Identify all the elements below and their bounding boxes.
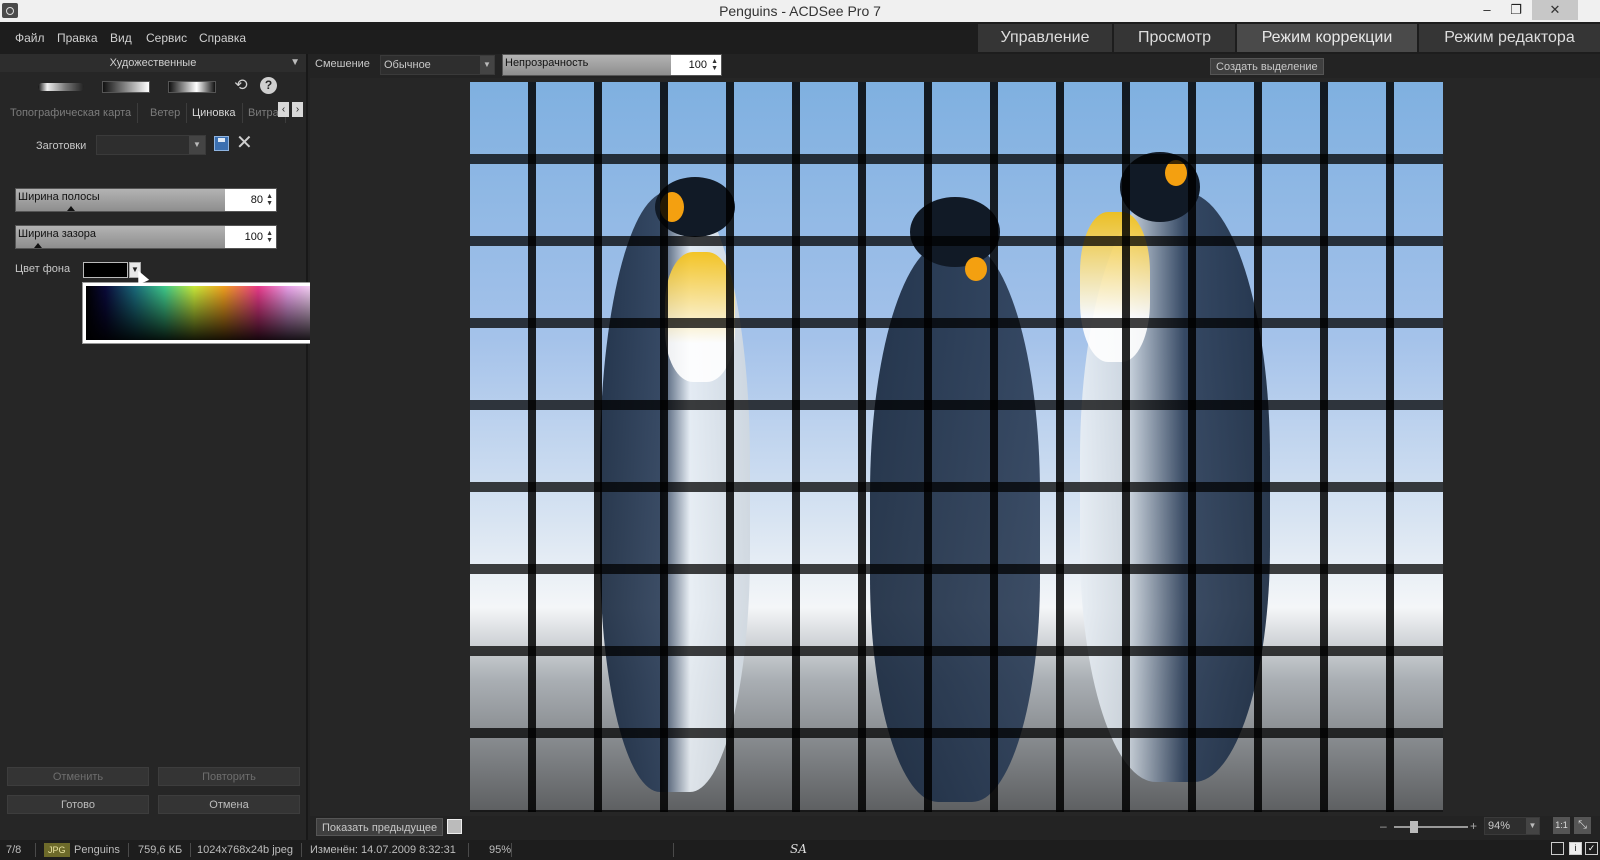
zoom-slider-track[interactable] <box>1394 826 1468 828</box>
logo: SA <box>790 842 807 856</box>
redo-button[interactable]: Повторить <box>158 767 300 786</box>
menu-edit[interactable]: Правка <box>57 31 98 45</box>
effect-tabs: Топографическая карта Ветер Циновка Витр… <box>4 103 304 123</box>
menu-file[interactable]: Файл <box>15 31 45 45</box>
effects-panel: Художественные ▼ ⟲ ? Топографическая кар… <box>0 54 336 840</box>
presets-dropdown[interactable]: ▼ <box>96 135 206 155</box>
mode-tab-develop[interactable]: Режим коррекции <box>1236 24 1417 52</box>
blend-mode-value: Обычное <box>384 59 431 71</box>
category-label: Художественные <box>109 57 197 69</box>
zoom-in-button[interactable]: + <box>1470 819 1477 833</box>
separator <box>511 843 512 857</box>
category-dropdown[interactable]: Художественные ▼ <box>0 54 306 72</box>
bg-color-swatch[interactable] <box>83 262 128 278</box>
show-previous-button[interactable]: Показать предыдущее <box>316 818 444 836</box>
mode-tab-view[interactable]: Просмотр <box>1113 24 1235 52</box>
zoom-dropdown[interactable]: 94% ▼ <box>1484 817 1540 835</box>
blend-label: Смешение <box>315 58 370 70</box>
zoom-out-button[interactable]: – <box>1380 819 1387 833</box>
separator <box>468 843 469 857</box>
tab-wind[interactable]: Ветер <box>144 103 188 123</box>
image-position: 7/8 <box>6 844 22 856</box>
create-selection-button[interactable]: Создать выделение <box>1210 58 1324 75</box>
strip-width-label: Ширина полосы <box>18 191 100 203</box>
separator <box>35 843 36 857</box>
separator <box>128 843 129 857</box>
menu-view[interactable]: Вид <box>110 31 132 45</box>
separator <box>190 843 191 857</box>
window-title: Penguins - ACDSee Pro 7 <box>719 3 881 19</box>
menu-bar: Файл Правка Вид Сервис Справка Управлени… <box>0 22 1600 54</box>
zoom-slider-thumb[interactable] <box>1410 821 1418 833</box>
slider-thumb[interactable] <box>67 206 75 211</box>
blend-mode-dropdown[interactable]: Обычное ▼ <box>380 55 495 75</box>
slider-thumb[interactable] <box>34 243 42 248</box>
gap-width-slider[interactable]: Ширина зазора 100 ▲ ▼ <box>15 225 277 249</box>
linear-gradient-icon[interactable] <box>102 81 150 93</box>
window-icon[interactable] <box>1551 842 1564 855</box>
brush-icon[interactable] <box>38 83 84 91</box>
file-size: 759,6 КБ <box>138 844 183 856</box>
separator <box>673 843 674 857</box>
color-spectrum[interactable] <box>86 286 332 340</box>
image-dimensions: 1024x768x24b jpeg <box>197 844 294 856</box>
strip-width-slider[interactable]: Ширина полосы 80 ▲ ▼ <box>15 188 277 212</box>
status-bar: 7/8 JPG Penguins 759,6 КБ 1024x768x24b j… <box>0 840 1600 860</box>
image-canvas[interactable] <box>310 78 1600 816</box>
help-icon[interactable]: ? <box>260 77 277 94</box>
tabs-scroll-left-icon[interactable]: ‹ <box>278 102 289 117</box>
presets-label: Заготовки <box>36 140 87 152</box>
chevron-down-icon: ▼ <box>189 136 205 154</box>
effect-toolstrip: ⟲ ? <box>0 76 306 102</box>
actual-size-button[interactable]: 1:1 <box>1553 817 1570 834</box>
title-bar: Penguins - ACDSee Pro 7 – ❐ ✕ <box>0 0 1600 22</box>
spinner-icon[interactable]: ▲ ▼ <box>266 230 273 244</box>
zoom-value: 94% <box>1488 820 1511 832</box>
file-name: Penguins <box>74 844 120 856</box>
save-preset-icon[interactable] <box>214 136 229 151</box>
delete-preset-icon[interactable]: ✕ <box>236 133 253 153</box>
tabs-scroll-right-icon[interactable]: › <box>292 102 303 117</box>
close-button[interactable]: ✕ <box>1532 0 1578 20</box>
undo-button[interactable]: Отменить <box>7 767 149 786</box>
fit-window-button[interactable]: ⤡ <box>1574 817 1591 834</box>
info-icon[interactable]: i <box>1569 842 1582 855</box>
separator <box>301 843 302 857</box>
mode-tab-edit[interactable]: Режим редактора <box>1418 24 1600 52</box>
menu-tools[interactable]: Сервис <box>146 31 187 45</box>
opacity-slider[interactable]: Непрозрачность 100 ▲ ▼ <box>502 54 722 76</box>
refresh-icon[interactable]: ⟲ <box>232 77 250 95</box>
tab-weave[interactable]: Циновка <box>186 103 243 123</box>
gap-width-label: Ширина зазора <box>18 228 97 240</box>
compare-icon[interactable] <box>447 819 462 834</box>
spinner-icon[interactable]: ▲ ▼ <box>266 193 273 207</box>
opacity-label: Непрозрачность <box>505 57 589 69</box>
done-button[interactable]: Готово <box>7 795 149 814</box>
radial-gradient-icon[interactable] <box>168 81 216 93</box>
checkmark-icon[interactable]: ✓ <box>1585 842 1598 855</box>
chevron-down-icon: ▼ <box>480 56 494 74</box>
mode-tab-manage[interactable]: Управление <box>977 24 1112 52</box>
menu-help[interactable]: Справка <box>199 31 246 45</box>
bg-color-label: Цвет фона <box>15 263 71 275</box>
penguins-photo[interactable] <box>470 82 1443 812</box>
tab-topographic-map[interactable]: Топографическая карта <box>4 103 139 123</box>
chevron-down-icon: ▼ <box>1526 818 1539 834</box>
chevron-down-icon: ▼ <box>290 57 300 68</box>
cancel-button[interactable]: Отмена <box>158 795 300 814</box>
restore-button[interactable]: ❐ <box>1502 0 1530 20</box>
spinner-icon[interactable]: ▲ ▼ <box>711 58 718 72</box>
status-zoom: 95% <box>489 844 512 856</box>
modified-date: Изменён: 14.07.2009 8:32:31 <box>310 844 456 856</box>
minimize-button[interactable]: – <box>1473 0 1501 20</box>
file-type-badge: JPG <box>44 843 70 857</box>
color-palette-popup[interactable] <box>82 282 336 344</box>
weave-overlay <box>470 82 1443 812</box>
